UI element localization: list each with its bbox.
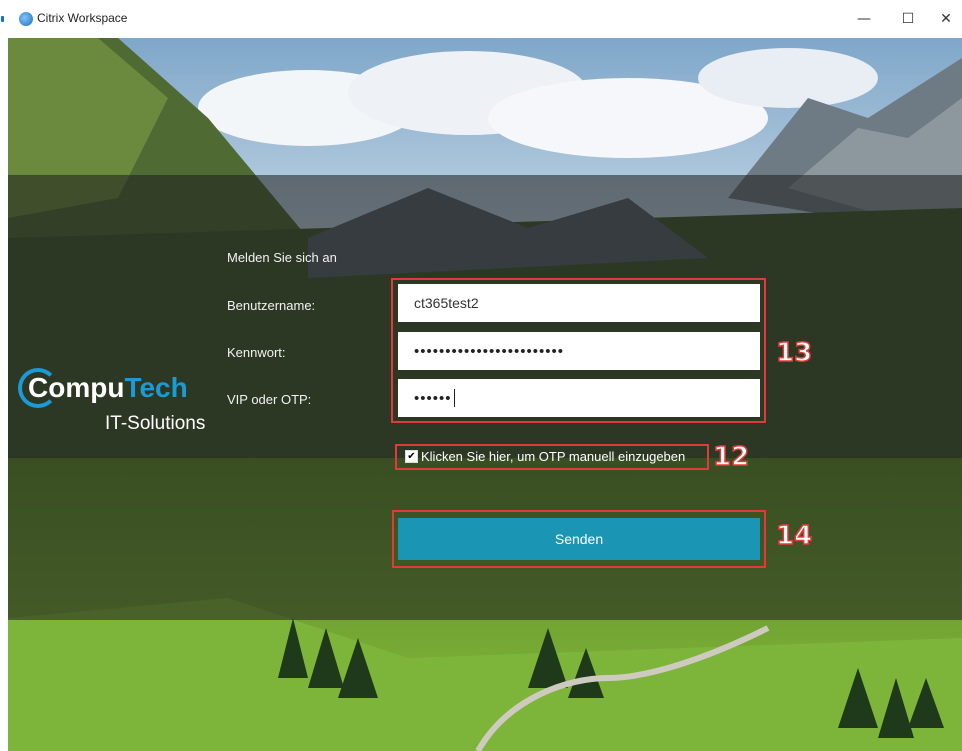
- annotation-number-fields: 13: [775, 337, 813, 369]
- citrix-app-icon: [19, 12, 33, 26]
- annotation-number-button: 14: [775, 520, 813, 552]
- taskbar-edge-mark: [1, 16, 4, 22]
- window-titlebar: Citrix Workspace — ☐ ✕: [0, 0, 962, 38]
- close-button[interactable]: ✕: [930, 6, 962, 32]
- left-edge: [0, 10, 5, 38]
- annotation-number-checkbox: 12: [712, 441, 750, 473]
- logo-brand-part2: Tech: [124, 372, 188, 403]
- username-label: Benutzername:: [227, 298, 316, 313]
- maximize-button[interactable]: ☐: [892, 6, 924, 32]
- minimize-button[interactable]: —: [848, 6, 880, 32]
- logo-subtitle: IT-Solutions: [105, 413, 206, 434]
- otp-manual-checkbox-label[interactable]: Klicken Sie hier, um OTP manuell einzuge…: [421, 449, 685, 464]
- logo-brand: CompuTech: [28, 372, 188, 404]
- fields-highlight-box: [391, 278, 766, 423]
- otp-manual-checkbox[interactable]: ✔: [405, 450, 418, 463]
- login-heading: Melden Sie sich an: [227, 250, 337, 265]
- password-label: Kennwort:: [227, 345, 286, 360]
- otp-label: VIP oder OTP:: [227, 392, 312, 407]
- send-button[interactable]: Senden: [398, 518, 760, 560]
- otp-manual-checkbox-row[interactable]: ✔ Klicken Sie hier, um OTP manuell einzu…: [405, 449, 685, 464]
- logo-brand-part1: Compu: [28, 372, 125, 403]
- window-title: Citrix Workspace: [37, 11, 128, 25]
